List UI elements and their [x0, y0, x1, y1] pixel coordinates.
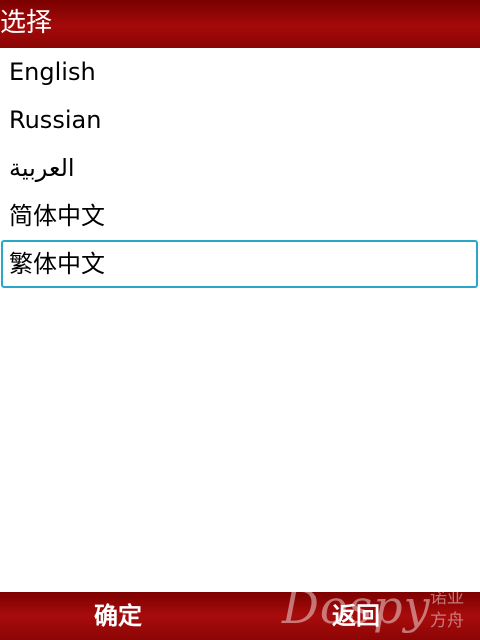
list-item-label: Russian	[9, 106, 102, 134]
list-item-english[interactable]: English	[0, 48, 480, 96]
title-bar: 选择	[0, 0, 480, 48]
back-softkey[interactable]: 返回	[332, 600, 380, 632]
list-item-russian[interactable]: Russian	[0, 96, 480, 144]
confirm-softkey[interactable]: 确定	[94, 600, 142, 632]
list-item-arabic[interactable]: العربية	[0, 144, 480, 192]
list-item-simplified-chinese[interactable]: 简体中文	[0, 192, 480, 240]
list-item-traditional-chinese[interactable]: 繁体中文	[1, 240, 478, 288]
language-list: English Russian العربية 简体中文 繁体中文	[0, 48, 480, 288]
list-item-label: 简体中文	[9, 202, 105, 230]
list-item-label: 繁体中文	[9, 250, 105, 278]
page-title: 选择	[0, 8, 53, 38]
list-item-label: العربية	[9, 154, 75, 182]
list-item-label: English	[9, 58, 96, 86]
softkey-bar: 确定 返回	[0, 592, 480, 640]
